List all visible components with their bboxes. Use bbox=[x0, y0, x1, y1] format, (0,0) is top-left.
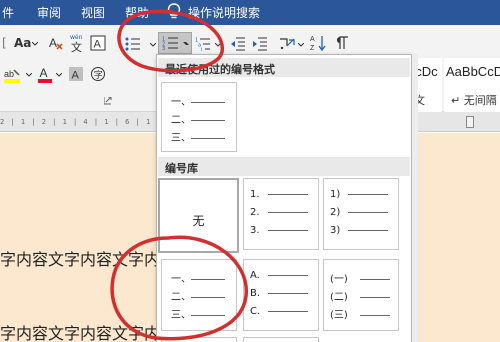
annotation-overlay bbox=[110, 9, 248, 341]
annotation-circle-chinese-format bbox=[110, 235, 248, 341]
annotation-circle-numbering bbox=[117, 9, 224, 73]
